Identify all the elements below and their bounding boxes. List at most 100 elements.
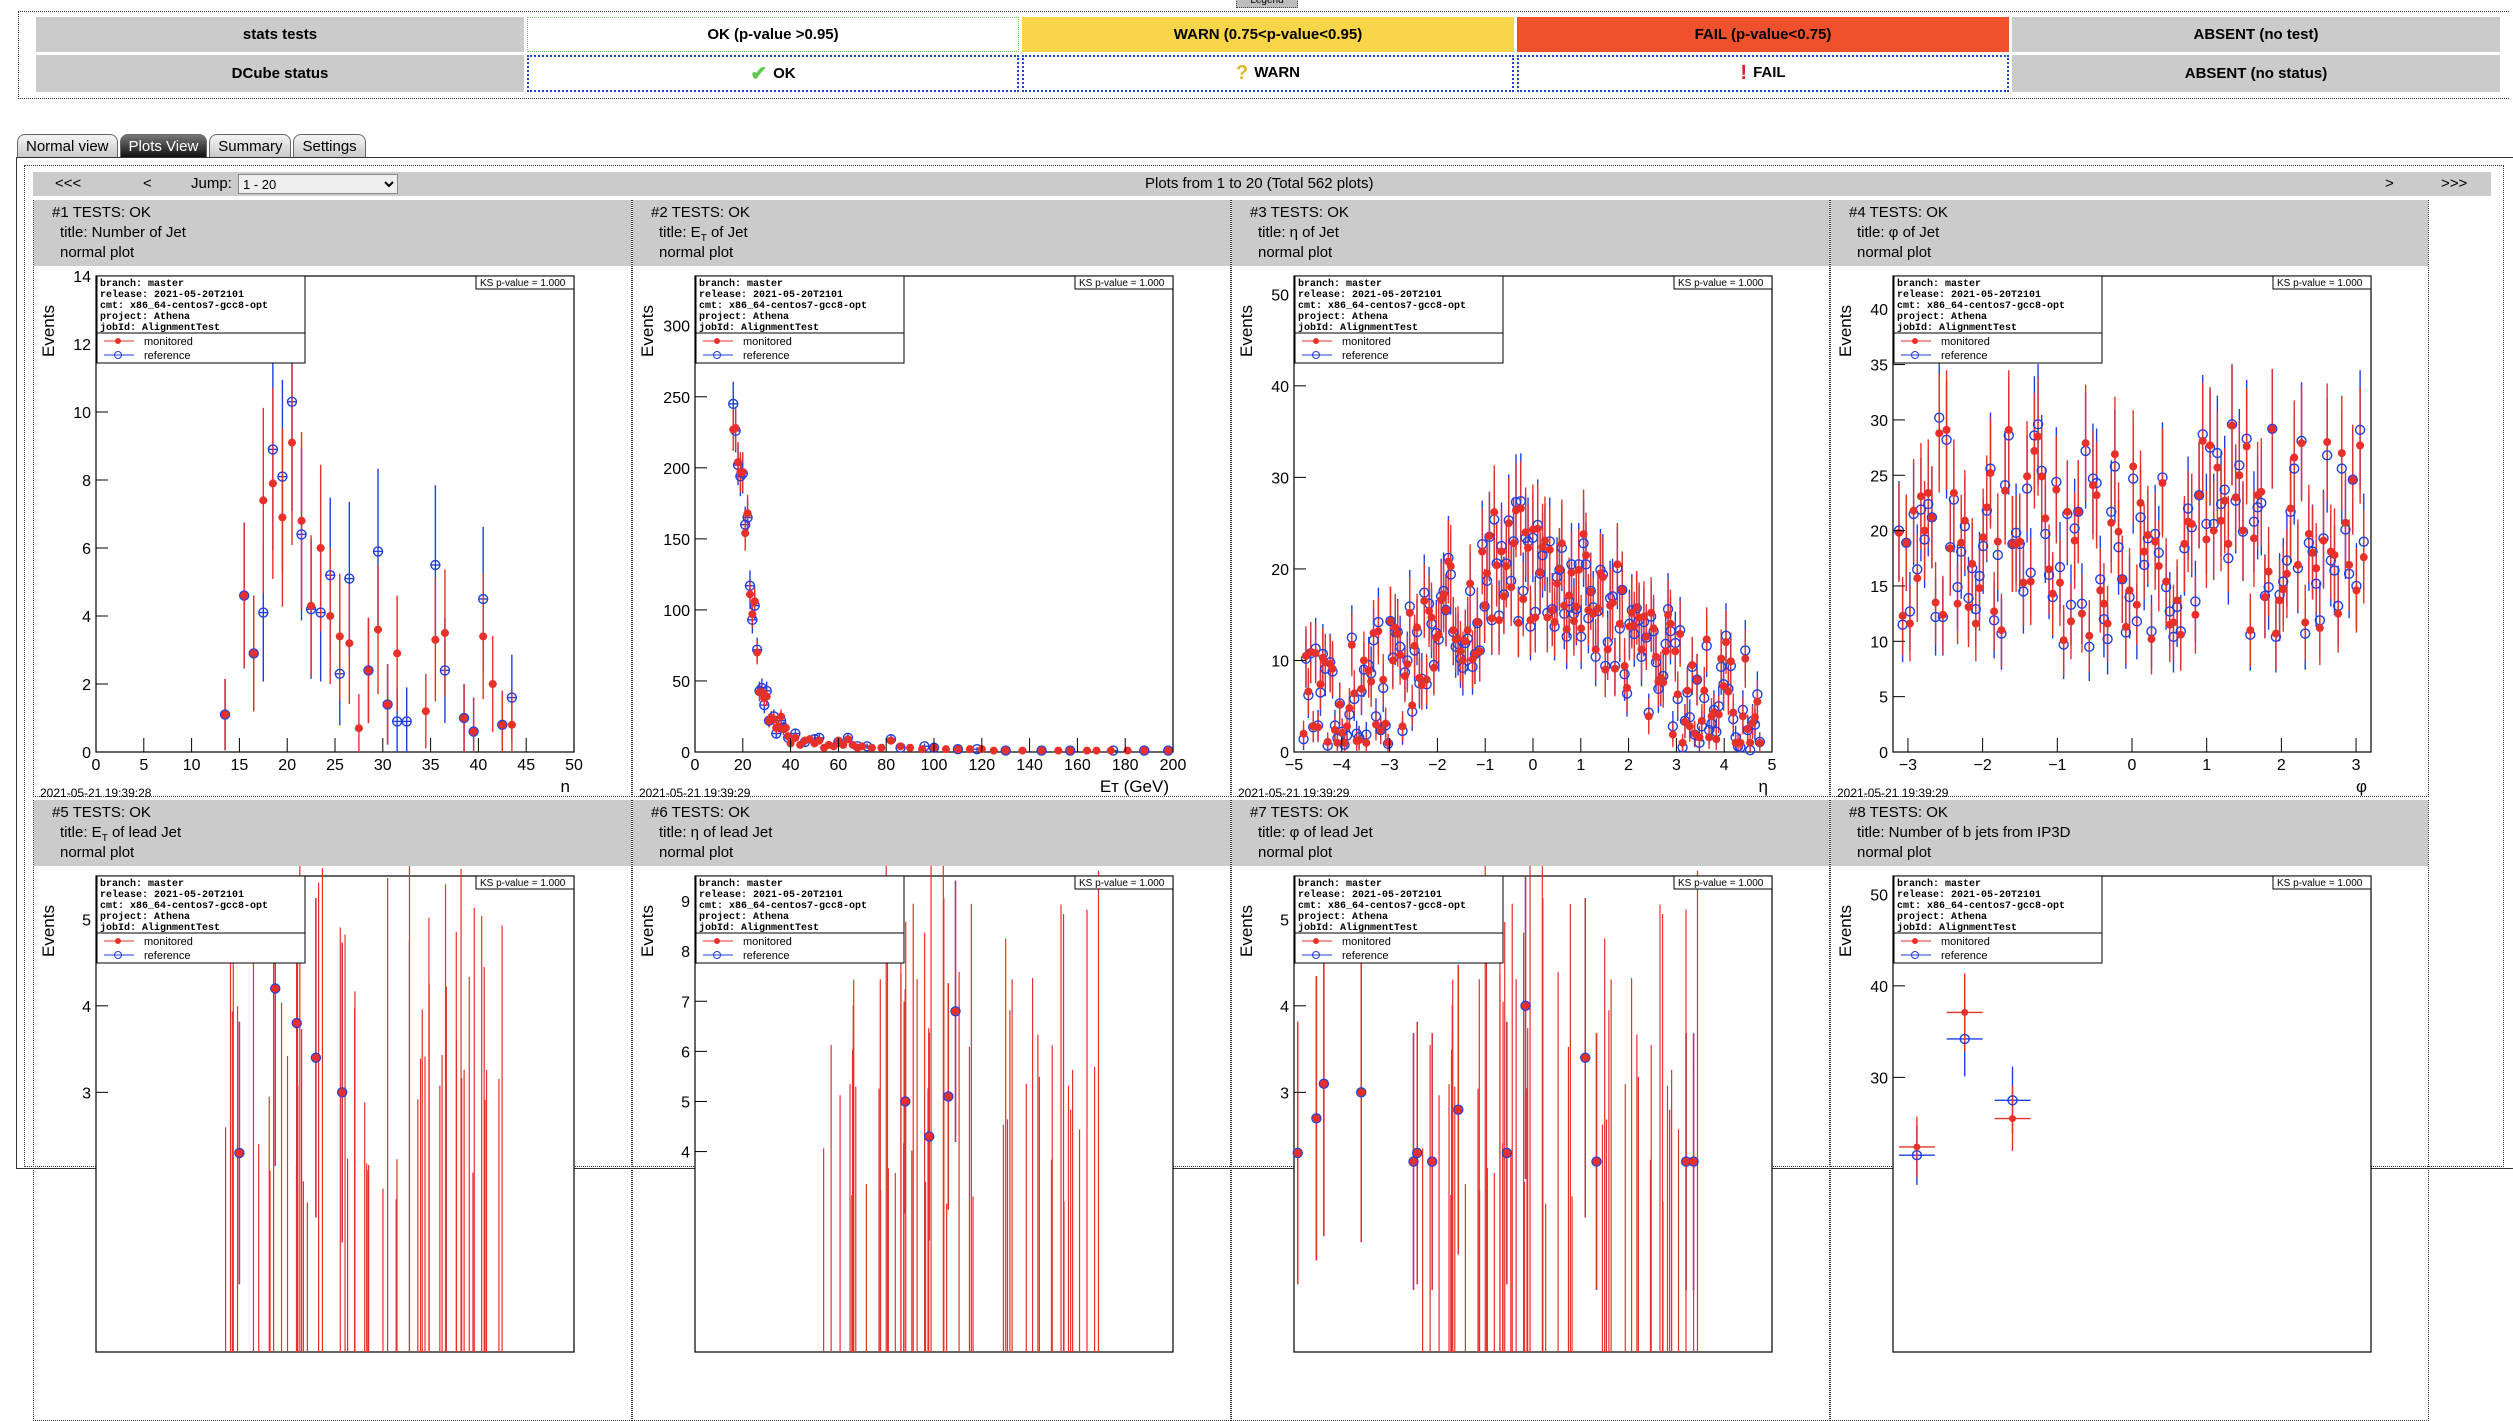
- monitored-point: [1066, 746, 1075, 755]
- info-line: cmt: x86_64-centos7-gcc8-opt: [1897, 901, 2065, 912]
- monitored-point: [941, 745, 950, 754]
- info-line: release: 2021-05-20T2101: [100, 289, 244, 301]
- monitored-point: [1721, 638, 1730, 647]
- legend-toggle-button[interactable]: Legend: [1236, 0, 1298, 8]
- plot-status: #6 TESTS: OK: [651, 804, 750, 821]
- monitored-point: [1350, 689, 1359, 698]
- monitored-point: [1623, 683, 1632, 692]
- monitored-point: [2041, 514, 2050, 523]
- monitored-point: [2268, 424, 2277, 433]
- check-icon: ✔: [750, 63, 768, 85]
- ks-pvalue: KS p-value = 1.000: [1678, 278, 1764, 289]
- prev-page-link[interactable]: <: [143, 172, 152, 196]
- monitored-point: [2286, 504, 2295, 513]
- monitored-point: [2110, 450, 2119, 459]
- monitored-point: [1975, 584, 1984, 593]
- jump-select[interactable]: 1 - 20: [238, 174, 398, 194]
- monitored-point: [1364, 666, 1373, 675]
- plot-timestamp: 2021-05-21 19:39:28: [40, 786, 152, 800]
- info-line: branch: master: [1897, 278, 1981, 290]
- monitored-point: [2180, 539, 2189, 548]
- monitored-point: [867, 743, 876, 752]
- last-page-link[interactable]: >>>: [2441, 172, 2467, 196]
- plot-status: #4 TESTS: OK: [1849, 204, 1948, 221]
- y-tick-label: 4: [82, 999, 91, 1016]
- monitored-point: [1579, 530, 1588, 539]
- monitored-point: [1396, 650, 1405, 659]
- ks-pvalue: KS p-value = 1.000: [1678, 878, 1764, 889]
- monitored-point: [1355, 736, 1364, 745]
- x-tick-label: 5: [1768, 757, 1777, 774]
- monitored-point: [2001, 486, 2010, 495]
- monitored-point: [383, 700, 392, 709]
- legend-panel: stats tests OK (p-value >0.95) WARN (0.7…: [18, 11, 2509, 99]
- x-tick-label: 80: [877, 757, 895, 774]
- y-axis-label: Events: [638, 305, 657, 357]
- plot-header: #4 TESTS: OK title: φ of Jet normal plot: [1831, 200, 2428, 266]
- x-tick-label: 1: [2202, 757, 2211, 774]
- monitored-point: [2224, 539, 2233, 548]
- monitored-point: [235, 1148, 244, 1157]
- monitored-point: [1651, 652, 1660, 661]
- y-tick-label: 20: [1271, 562, 1289, 579]
- monitored-point: [1550, 618, 1559, 627]
- plot-status: #8 TESTS: OK: [1849, 804, 1948, 821]
- plot-cell: #6 TESTS: OK title: η of lead Jet normal…: [632, 800, 1231, 1421]
- monitored-point: [777, 712, 786, 721]
- tab-normal-view[interactable]: Normal view: [17, 134, 118, 157]
- y-tick-label: 10: [1271, 653, 1289, 670]
- monitored-point: [2238, 526, 2247, 535]
- monitored-point: [1388, 656, 1397, 665]
- info-line: project: Athena: [699, 311, 789, 323]
- legend-fail: FAIL (p-value<0.75): [1517, 17, 2009, 52]
- monitored-point: [1408, 701, 1417, 710]
- monitored-point: [421, 707, 430, 716]
- monitored-point: [1689, 1157, 1698, 1166]
- monitored-point: [918, 745, 927, 754]
- plot-header: #7 TESTS: OK title: φ of lead Jet normal…: [1232, 800, 1829, 866]
- monitored-point: [2114, 527, 2123, 536]
- x-tick-label: 1: [1576, 757, 1585, 774]
- x-tick-label: 3: [2352, 757, 2361, 774]
- y-tick-label: 3: [82, 1085, 91, 1102]
- y-tick-label: 0: [1879, 745, 1888, 762]
- first-page-link[interactable]: <<<: [55, 172, 81, 196]
- monitored-point: [1755, 738, 1764, 747]
- monitored-point: [1946, 544, 1955, 553]
- y-tick-label: 30: [1271, 470, 1289, 487]
- legend-label: stats tests: [36, 17, 524, 52]
- x-tick-label: −2: [1974, 757, 1992, 774]
- tab-plots-view[interactable]: Plots View: [119, 134, 208, 157]
- monitored-point: [1553, 579, 1562, 588]
- monitored-legend-label: monitored: [1941, 936, 1990, 948]
- monitored-point: [2356, 441, 2365, 450]
- ks-pvalue: KS p-value = 1.000: [1079, 278, 1165, 289]
- tab-settings[interactable]: Settings: [293, 134, 366, 157]
- tab-summary[interactable]: Summary: [209, 134, 292, 157]
- next-page-link[interactable]: >: [2385, 172, 2394, 196]
- monitored-point: [2125, 586, 2134, 595]
- monitored-point: [2045, 565, 2054, 574]
- monitored-point: [354, 724, 363, 733]
- monitored-point: [2103, 619, 2112, 628]
- reference-legend-label: reference: [1941, 950, 1987, 962]
- y-tick-label: 8: [82, 473, 91, 490]
- monitored-point: [1386, 617, 1395, 626]
- monitored-point: [2140, 547, 2149, 556]
- legend-row-stats-tests: stats tests OK (p-value >0.95) WARN (0.7…: [36, 17, 2500, 52]
- info-line: jobId: AlignmentTest: [100, 922, 220, 934]
- info-line: project: Athena: [100, 311, 190, 323]
- monitored-point: [2056, 578, 2065, 587]
- monitored-point: [1736, 738, 1745, 747]
- monitored-point: [479, 632, 488, 641]
- monitored-point: [2004, 425, 2013, 434]
- plot-title: title: η of Jet: [1258, 224, 1339, 241]
- monitored-point: [2242, 442, 2251, 451]
- monitored-point: [1347, 640, 1356, 649]
- y-tick-label: 300: [663, 319, 690, 336]
- monitored-point: [1393, 629, 1402, 638]
- monitored-point: [748, 610, 757, 619]
- monitored-point: [316, 544, 325, 552]
- plot-status: #2 TESTS: OK: [651, 204, 750, 221]
- x-tick-label: −1: [2048, 757, 2066, 774]
